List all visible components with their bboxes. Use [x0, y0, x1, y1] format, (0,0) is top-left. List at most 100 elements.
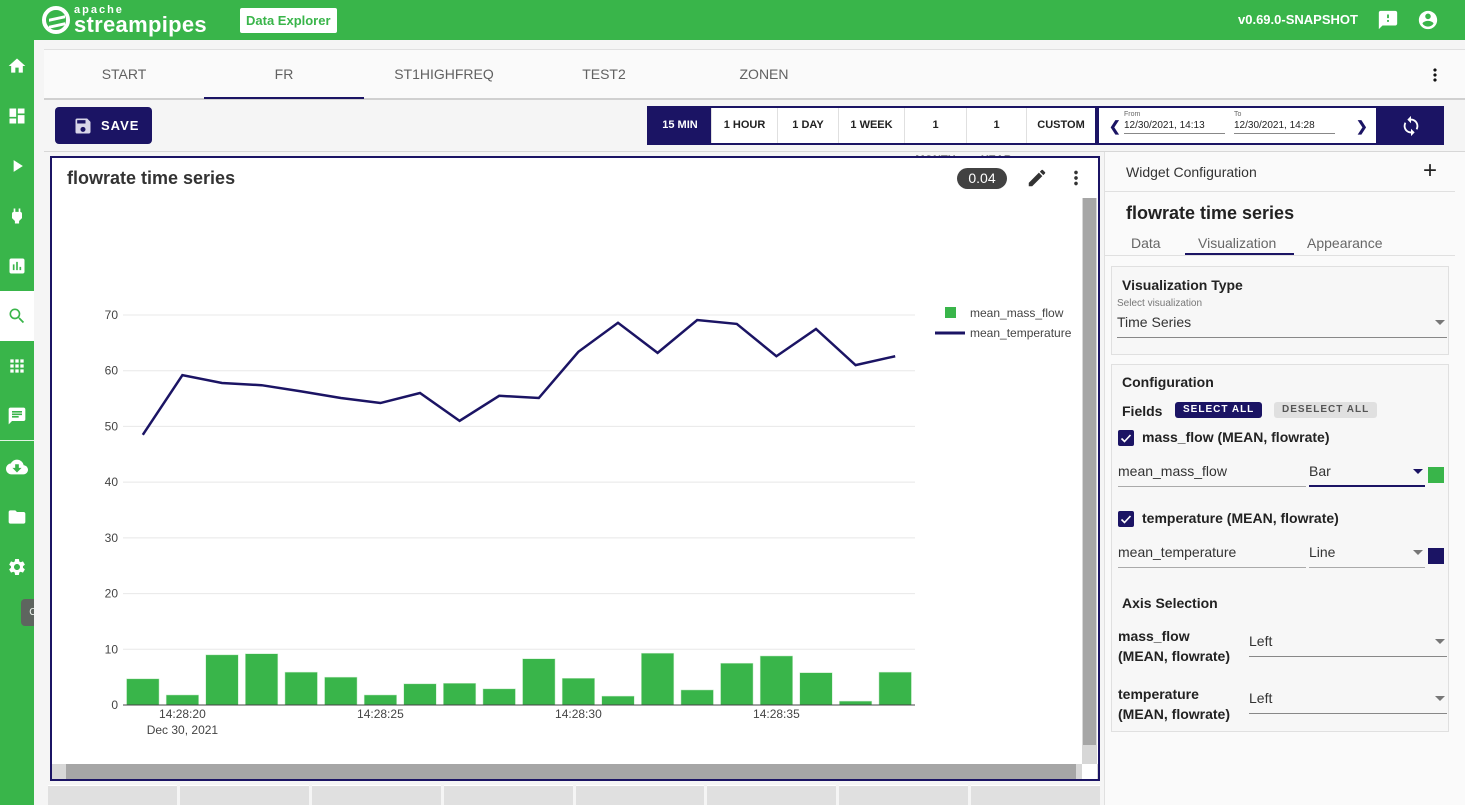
message-icon	[8, 407, 26, 425]
bar-mean-mass-flow	[878, 671, 912, 706]
mass-flow-color-picker[interactable]	[1428, 467, 1444, 483]
temperature-axis-value: Left	[1249, 690, 1273, 706]
account-icon[interactable]	[1417, 9, 1439, 31]
y-tick-label: 40	[105, 475, 119, 489]
chevron-right-icon[interactable]: ❯	[1356, 118, 1368, 135]
config-tab-data[interactable]: Data	[1131, 235, 1161, 251]
legend-mean-mass-flow[interactable]: mean_mass_flow	[970, 306, 1064, 320]
y-tick-label: 60	[105, 364, 119, 378]
mass-flow-name-input[interactable]: mean_mass_flow	[1118, 463, 1306, 487]
deselect-all-button[interactable]: DESELECT ALL	[1274, 402, 1378, 418]
main-content: START FR ST1HIGHFREQ TEST2 ZONEN SAVE 15…	[34, 40, 1465, 805]
mass-flow-type-select[interactable]: Bar	[1309, 463, 1425, 487]
refresh-button[interactable]	[1377, 106, 1444, 145]
temperature-color-picker[interactable]	[1428, 548, 1444, 564]
bar-mean-mass-flow	[126, 678, 160, 706]
visualization-select[interactable]: Time Series	[1117, 314, 1447, 338]
temperature-type-select[interactable]: Line	[1309, 544, 1425, 568]
config-tab-visualization[interactable]: Visualization	[1198, 235, 1276, 251]
nav-apps[interactable]	[0, 341, 34, 391]
mass-flow-axis-value: Left	[1249, 633, 1273, 649]
select-all-button[interactable]: SELECT ALL	[1175, 402, 1263, 418]
bar-mean-mass-flow	[641, 652, 675, 706]
temperature-checkbox[interactable]	[1118, 511, 1134, 527]
to-date-field[interactable]: To 12/30/2021, 14:28	[1234, 111, 1335, 134]
tab-start[interactable]: START	[44, 50, 204, 99]
add-icon[interactable]: +	[1423, 159, 1437, 183]
more-vert-icon[interactable]	[1425, 64, 1445, 86]
version-label: v0.69.0-SNAPSHOT	[1238, 12, 1358, 27]
nav-data-explorer[interactable]	[0, 291, 34, 341]
tab-zonen[interactable]: ZONEN	[684, 50, 844, 99]
x-tick-label: 14:28:30	[555, 707, 602, 721]
horizontal-scroll-thumb[interactable]	[66, 764, 1076, 779]
range-1-month[interactable]: 1 MONTH	[905, 108, 967, 166]
bar-mean-mass-flow	[443, 683, 477, 706]
tab-st1highfreq[interactable]: ST1HIGHFREQ	[364, 50, 524, 99]
refresh-icon	[1403, 115, 1418, 136]
dropdown-caret-icon	[1435, 639, 1445, 644]
bar-mean-mass-flow	[799, 672, 833, 706]
temperature-axis-select[interactable]: Left	[1249, 690, 1447, 714]
grid-cell	[443, 785, 573, 805]
plug-icon	[12, 208, 22, 224]
range-1-year[interactable]: 1 YEAR	[967, 108, 1027, 166]
y-tick-label: 50	[105, 419, 119, 433]
search-icon	[9, 308, 25, 324]
temperature-name-input[interactable]: mean_temperature	[1118, 544, 1306, 568]
time-series-chart: 0 10 20 30 40 50 60 70 14:28:20 14:28:25 14:28:30 1…	[105, 306, 1072, 737]
dashboard-grid-background	[48, 785, 1100, 805]
range-1-day[interactable]: 1 DAY	[778, 108, 839, 143]
dashboard-tabs: START FR ST1HIGHFREQ TEST2 ZONEN	[44, 49, 1465, 100]
temperature-field-label: temperature (MEAN, flowrate)	[1142, 510, 1339, 526]
streampipes-logo[interactable]: apache streampipes	[42, 3, 207, 37]
range-15-min[interactable]: 15 MIN	[649, 108, 712, 143]
feedback-icon[interactable]	[1377, 9, 1399, 31]
bar-mean-mass-flow	[601, 695, 635, 706]
save-button[interactable]: SAVE	[55, 107, 152, 144]
nav-home[interactable]	[0, 41, 34, 91]
bar-mean-mass-flow	[482, 688, 516, 706]
mass-flow-axis-select[interactable]: Left	[1249, 633, 1447, 657]
range-custom[interactable]: CUSTOM	[1027, 108, 1095, 143]
y-tick-label: 30	[105, 531, 119, 545]
config-tab-appearance[interactable]: Appearance	[1307, 235, 1383, 251]
nav-pipelines[interactable]	[0, 141, 34, 191]
config-header-title: Widget Configuration	[1126, 164, 1257, 180]
legend-mean-temperature[interactable]: mean_temperature	[970, 326, 1072, 340]
grid-cell	[179, 785, 309, 805]
config-widget-title: flowrate time series	[1126, 203, 1295, 223]
folder-icon	[8, 510, 26, 524]
time-toolbar: SAVE 15 MIN 1 HOUR 1 DAY 1 WEEK 1 MONTH …	[44, 100, 1465, 166]
grid-cell	[575, 785, 705, 805]
tab-test2[interactable]: TEST2	[524, 50, 684, 99]
from-date-field[interactable]: From 12/30/2021, 14:13	[1124, 111, 1225, 134]
range-1-hour[interactable]: 1 HOUR	[712, 108, 778, 143]
chevron-left-icon[interactable]: ❮	[1109, 118, 1121, 135]
bar-mean-mass-flow	[205, 654, 239, 706]
to-value[interactable]: 12/30/2021, 14:28	[1234, 120, 1335, 134]
tab-fr[interactable]: FR	[204, 50, 364, 99]
horizontal-scrollbar[interactable]	[52, 764, 1098, 779]
mass-flow-axis-label: mass_flow (MEAN, flowrate)	[1118, 628, 1230, 664]
nav-live-dashboard[interactable]	[0, 241, 34, 291]
nav-notifications[interactable]	[0, 391, 34, 441]
nav-install[interactable]	[0, 442, 34, 492]
nav-connect[interactable]	[0, 191, 34, 241]
range-1-week[interactable]: 1 WEEK	[839, 108, 905, 143]
vertical-scrollbar[interactable]	[1082, 198, 1097, 766]
x-tick-label: 14:28:35	[753, 707, 800, 721]
to-label: To	[1234, 111, 1242, 118]
dashboard-icon	[9, 108, 25, 124]
play-icon	[13, 160, 23, 172]
nav-files[interactable]	[0, 492, 34, 542]
mass-flow-checkbox[interactable]	[1118, 430, 1134, 446]
from-value[interactable]: 12/30/2021, 14:13	[1124, 120, 1225, 134]
bar-mean-mass-flow	[561, 678, 595, 706]
mass-flow-name-value: mean_mass_flow	[1118, 463, 1227, 479]
dropdown-caret-icon	[1435, 696, 1445, 701]
nav-configuration[interactable]	[0, 542, 34, 592]
nav-dashboard[interactable]	[0, 91, 34, 141]
side-navigation	[0, 40, 34, 805]
vertical-scroll-thumb[interactable]	[1083, 198, 1096, 745]
